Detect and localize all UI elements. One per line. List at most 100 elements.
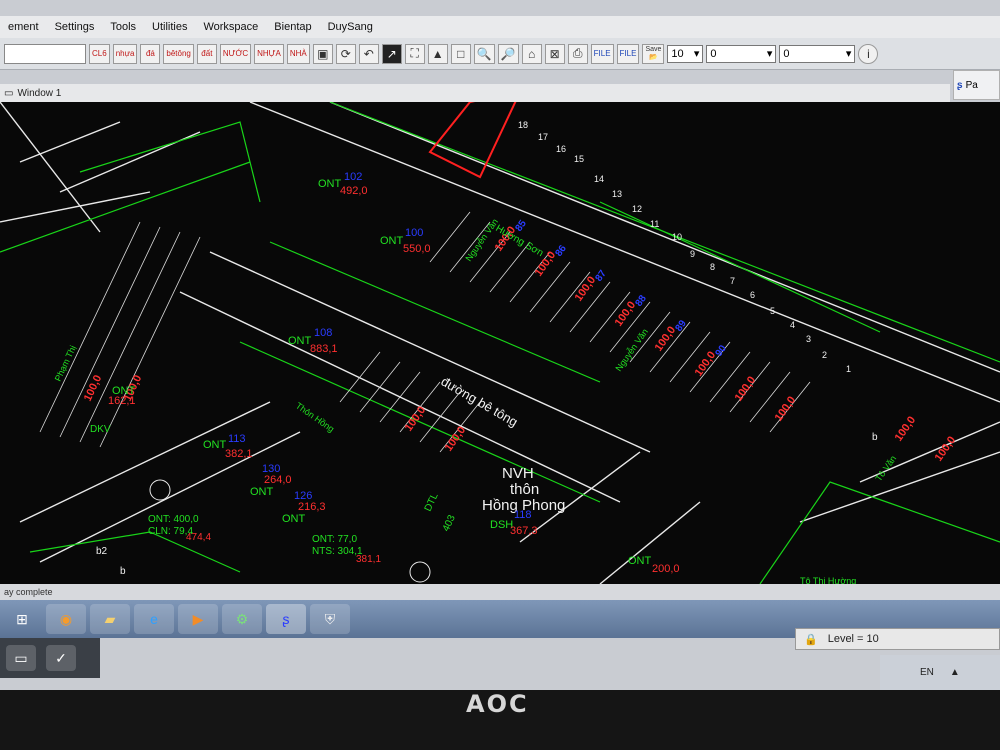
misc-label-dtl: DTL <box>423 491 441 513</box>
media-player-icon[interactable]: ▶ <box>178 604 218 634</box>
stamp-icon[interactable]: ⌂ <box>521 43 542 64</box>
window-title: Window 1 <box>17 87 62 99</box>
parcel-126[interactable]: ONT 126 216,3 <box>282 490 326 525</box>
svg-text:12: 12 <box>632 204 642 214</box>
svg-text:11: 11 <box>650 219 659 229</box>
file-button-2[interactable]: FILE <box>616 43 640 64</box>
svg-text:10: 10 <box>672 232 682 242</box>
info-icon[interactable]: i <box>858 43 879 64</box>
tool-nha-button[interactable]: NHÀ <box>286 43 310 64</box>
undo-icon[interactable]: ↶ <box>358 43 379 64</box>
misc-label-b-right: b <box>872 432 878 443</box>
line-style-value: 0 <box>710 47 717 60</box>
svg-text:Phạm Thị: Phạm Thị <box>53 344 78 383</box>
parcel-130[interactable]: ONT 130 264,0 <box>250 463 292 498</box>
menu-bar: ement Settings Tools Utilities Workspace… <box>0 16 1000 38</box>
start-button[interactable]: ⊞ <box>2 604 42 634</box>
pointer-icon[interactable]: ↗ <box>381 43 402 64</box>
level-label: Level = 10 <box>827 633 879 645</box>
tray-arrow-icon[interactable]: ▲ <box>950 667 960 678</box>
status-bar: ay complete <box>0 584 1000 600</box>
file-button-1[interactable]: FILE <box>590 43 614 64</box>
svg-text:thôn: thôn <box>510 481 539 498</box>
parcel-small-left[interactable]: ONT 162,1 <box>108 385 136 407</box>
frame-icon[interactable]: □ <box>450 43 471 64</box>
fit-view-icon[interactable]: ⛶ <box>404 43 425 64</box>
select-icon[interactable]: ▣ <box>312 43 333 64</box>
firefox-icon[interactable]: ◉ <box>46 604 86 634</box>
community-house-parcel[interactable]: NVH thôn Hồng Phong DSH 118 367,3 <box>482 465 565 537</box>
misc-label-403: 403 <box>441 513 458 533</box>
svg-text:ONT: ONT <box>628 555 652 567</box>
parcel-100[interactable]: ONT 100 550,0 <box>380 227 431 255</box>
tool-cl6-button[interactable]: CL6 <box>89 43 110 64</box>
menu-item-element[interactable]: ement <box>0 21 47 33</box>
line-style-select[interactable]: 0 ▾ <box>706 44 777 63</box>
image-icon[interactable]: ▲ <box>427 43 448 64</box>
tool-nhua-button[interactable]: nhựa <box>112 43 138 64</box>
line-width-value: 0 <box>783 47 790 60</box>
area-labels: 100,0 100,0 100,0 100,0 100,0 100,0 100,… <box>82 224 958 463</box>
save-button[interactable]: Save 📂 <box>642 43 665 64</box>
parcel-102[interactable]: ONT 102 492,0 <box>318 171 368 197</box>
menu-item-tools[interactable]: Tools <box>102 21 144 33</box>
cadastral-map: 100,0 100,0 100,0 100,0 100,0 100,0 100,… <box>0 102 1000 584</box>
print-icon[interactable]: ⎙ <box>567 43 588 64</box>
ie-icon[interactable]: e <box>134 604 174 634</box>
delete-icon[interactable]: ⊠ <box>544 43 565 64</box>
tool-nhua2-button[interactable]: NHỰA <box>254 43 284 64</box>
selected-parcel[interactable] <box>428 102 520 179</box>
zoom-in-icon[interactable]: 🔎 <box>497 43 519 64</box>
svg-text:ONT: 77,0: ONT: 77,0 <box>312 534 357 545</box>
svg-text:367,3: 367,3 <box>510 525 538 537</box>
menu-item-utilities[interactable]: Utilities <box>144 21 195 33</box>
chevron-down-icon: ▾ <box>845 48 852 60</box>
menu-item-settings[interactable]: Settings <box>47 21 103 33</box>
svg-text:113: 113 <box>228 433 246 445</box>
svg-text:200,0: 200,0 <box>652 563 680 575</box>
app-green-icon[interactable]: ⚙ <box>222 604 262 634</box>
block-numbers: 18 17 16 15 14 13 12 11 10 9 8 7 6 5 4 3… <box>518 120 851 374</box>
misc-label-b: b <box>120 566 126 577</box>
svg-text:13: 13 <box>612 189 622 199</box>
parcel-bottom-right[interactable]: ONT 200,0 <box>628 555 680 575</box>
map-app-icon[interactable]: ʂ <box>266 604 306 634</box>
svg-text:ONT: ONT <box>380 235 404 247</box>
chevron-down-icon: ▾ <box>766 48 773 60</box>
rotate-icon[interactable]: ⟳ <box>335 43 356 64</box>
parcel-ont-cln[interactable]: ONT: 400,0 CLN: 79,4 474,4 <box>148 514 211 543</box>
map-canvas[interactable]: 100,0 100,0 100,0 100,0 100,0 100,0 100,… <box>0 102 1000 584</box>
zoom-out-icon[interactable]: 🔍 <box>473 43 495 64</box>
tool-nuoc-button[interactable]: NƯỚC <box>219 43 252 64</box>
desktop-icon[interactable]: ▭ <box>6 645 36 671</box>
command-input[interactable] <box>4 43 86 64</box>
menu-item-duysang[interactable]: DuySang <box>320 21 381 33</box>
panel-logo-icon: ʂ <box>957 79 963 91</box>
menu-item-bientap[interactable]: Bientap <box>266 21 319 33</box>
checklist-icon[interactable]: ✓ <box>46 645 76 671</box>
svg-text:8: 8 <box>710 262 715 272</box>
menu-item-workspace[interactable]: Workspace <box>195 21 266 33</box>
svg-text:162,1: 162,1 <box>108 395 136 407</box>
lock-icon: 🔒 <box>804 633 818 646</box>
line-width-select[interactable]: 0 ▾ <box>779 44 856 63</box>
language-indicator[interactable]: EN <box>920 667 934 678</box>
svg-text:100,0: 100,0 <box>773 394 799 423</box>
tool-dat-button[interactable]: đất <box>196 43 217 64</box>
parcel-108[interactable]: ONT 108 883,1 <box>288 327 338 355</box>
weight-select[interactable]: 10 ▾ <box>667 44 704 63</box>
svg-text:Nguyễn Văn: Nguyễn Văn <box>613 327 650 373</box>
svg-text:492,0: 492,0 <box>340 185 368 197</box>
parcel-ont-nts[interactable]: ONT: 77,0 NTS: 304,1 381,1 <box>312 534 381 565</box>
tool-da-button[interactable]: đá <box>140 43 161 64</box>
shield-icon[interactable]: ⛨ <box>310 604 350 634</box>
tool-betong-button[interactable]: bêtông <box>163 43 194 64</box>
owner-labels: Nguyễn Văn Nguyễn Văn Phạm Thị Tô Văn <box>53 217 899 483</box>
svg-text:ONT: ONT <box>250 486 274 498</box>
save-label: Save <box>645 45 662 53</box>
side-panel-tab[interactable]: ʂ Pa <box>953 70 1000 100</box>
folder-icon[interactable]: ▰ <box>90 604 130 634</box>
svg-text:17: 17 <box>538 132 548 142</box>
parcel-113[interactable]: ONT 113 382,1 <box>203 433 253 460</box>
system-tray: EN ▲ <box>880 655 1000 690</box>
